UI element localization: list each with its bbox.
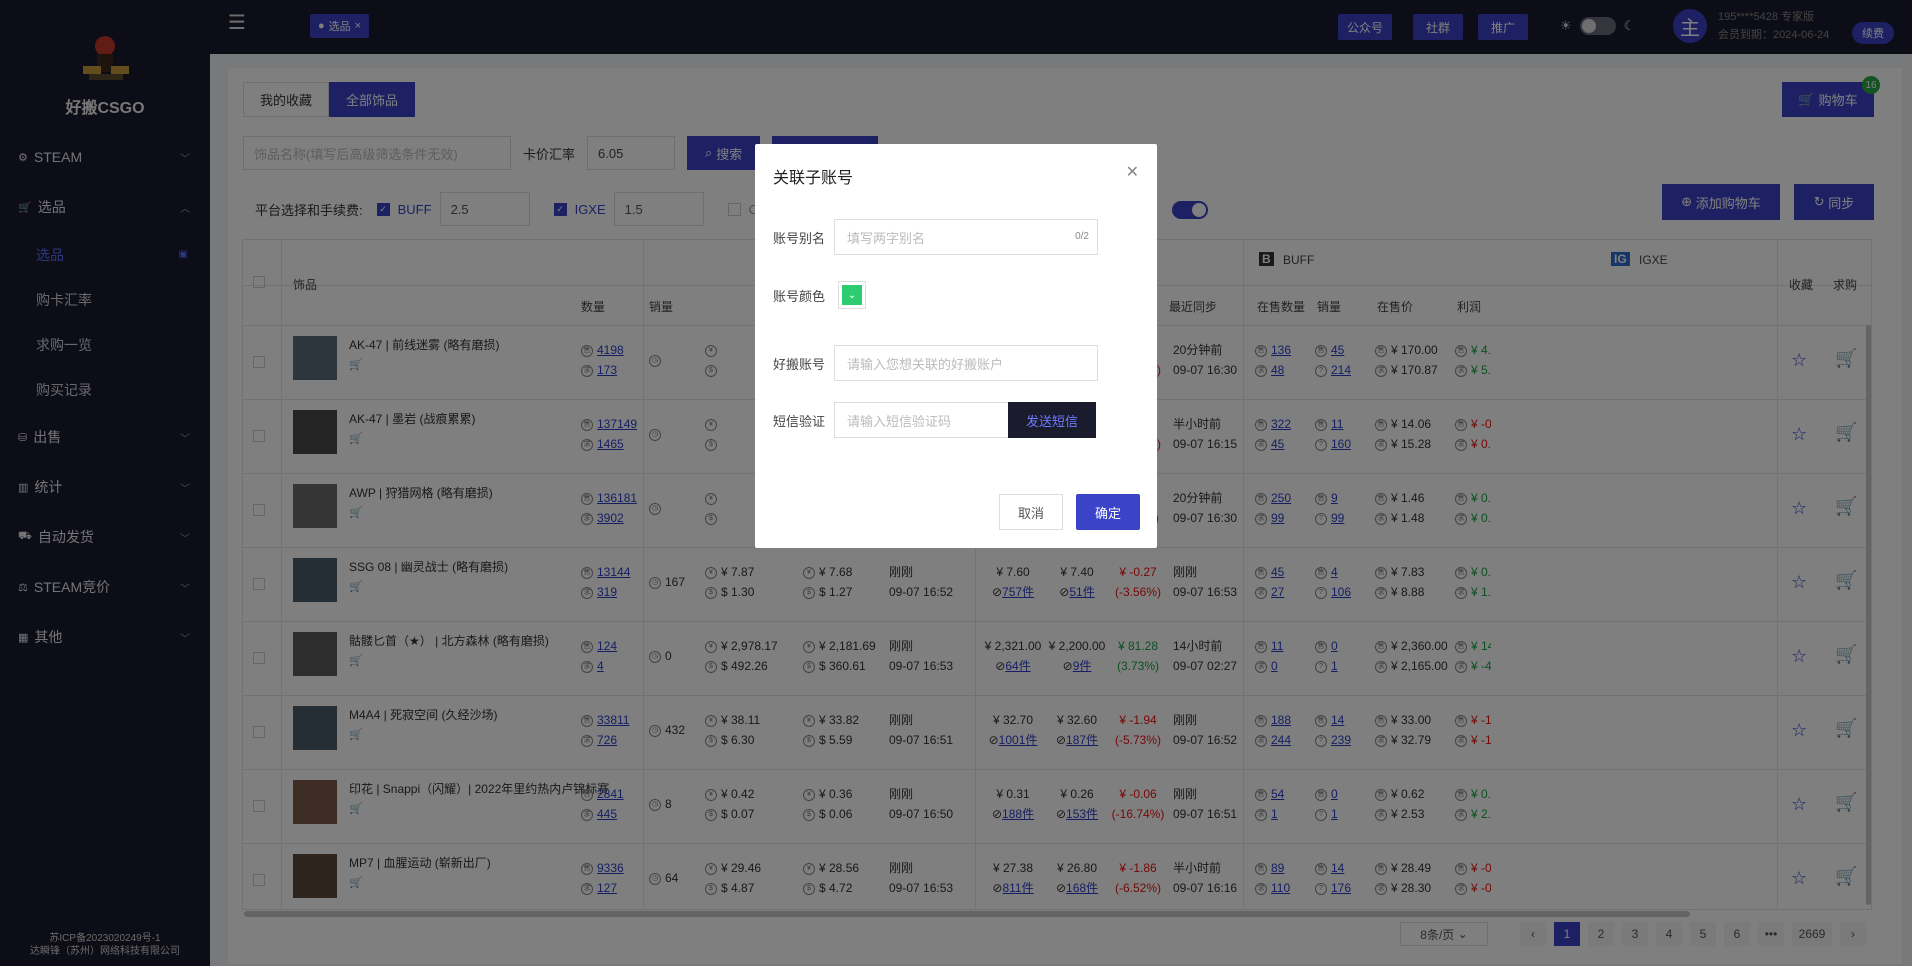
account-input[interactable]: 请输入您想关联的好搬账户	[834, 345, 1098, 381]
alias-label: 账号别名	[773, 231, 826, 246]
sms-code-input[interactable]: 请输入短信验证码	[834, 402, 1009, 438]
send-sms-button[interactable]: 发送短信	[1008, 402, 1096, 438]
alias-placeholder: 填写两字别名	[847, 230, 926, 246]
alias-char-count: 0/2	[1075, 231, 1089, 242]
sms-label: 短信验证	[773, 414, 826, 429]
color-label: 账号颜色	[773, 289, 826, 304]
dialog-title: 关联子账号	[773, 170, 854, 187]
alias-input[interactable]: 填写两字别名 0/2	[834, 219, 1098, 255]
link-subaccount-dialog: 关联子账号 ✕ 账号别名 填写两字别名 0/2 账号颜色 ⌄ 好搬账号 请输入您…	[755, 144, 1157, 548]
confirm-button[interactable]: 确定	[1076, 494, 1140, 530]
account-label: 好搬账号	[773, 357, 826, 372]
close-icon[interactable]: ✕	[1126, 162, 1139, 182]
chevron-down-icon: ⌄	[847, 289, 857, 301]
cancel-button[interactable]: 取消	[999, 494, 1063, 530]
color-picker[interactable]: ⌄	[839, 282, 865, 308]
